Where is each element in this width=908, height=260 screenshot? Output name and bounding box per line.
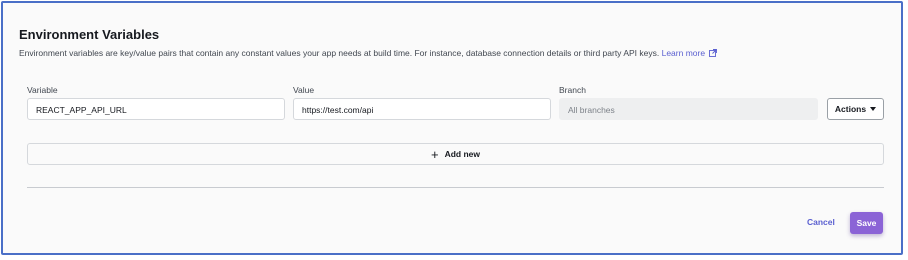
learn-more-link[interactable]: Learn more: [662, 48, 718, 58]
branch-column-label: Branch: [559, 85, 586, 95]
plus-icon: +: [430, 146, 439, 162]
actions-label: Actions: [834, 104, 867, 114]
actions-dropdown-button[interactable]: Actions: [827, 98, 884, 120]
divider: [27, 187, 884, 188]
variable-value-input[interactable]: https://test.com/api: [293, 98, 551, 120]
save-button[interactable]: Save: [850, 212, 883, 234]
add-new-button[interactable]: + Add new: [27, 143, 884, 165]
learn-more-label: Learn more: [661, 48, 706, 58]
value-column-label: Value: [293, 85, 315, 95]
cancel-button[interactable]: Cancel: [801, 213, 841, 231]
add-new-label: Add new: [444, 149, 480, 159]
variable-name-input[interactable]: REACT_APP_API_URL: [27, 98, 285, 120]
section-description: Environment variables are key/value pair…: [19, 48, 718, 58]
branch-select[interactable]: All branches: [559, 98, 818, 120]
section-title: Environment Variables: [19, 27, 160, 42]
external-link-icon: [709, 49, 718, 57]
caret-down-icon: [870, 107, 877, 111]
environment-variables-panel: Environment Variables Environment variab…: [1, 1, 903, 255]
variable-column-label: Variable: [27, 85, 58, 95]
description-text: Environment variables are key/value pair…: [19, 48, 660, 58]
